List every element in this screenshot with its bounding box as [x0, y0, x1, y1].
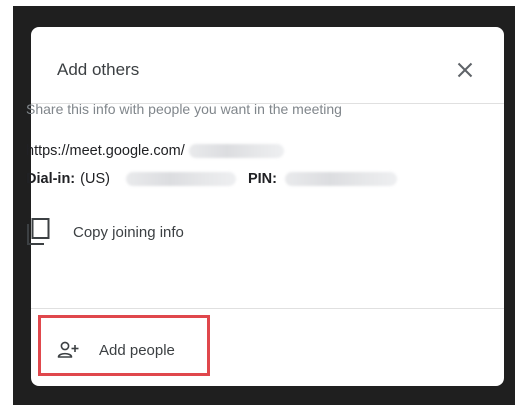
dial-in-country: (US) [80, 171, 110, 187]
redacted-meeting-code [188, 144, 284, 158]
meeting-link[interactable]: https://meet.google.com/ [26, 142, 185, 160]
add-people-button[interactable]: Add people [57, 339, 237, 363]
close-button[interactable] [452, 57, 478, 83]
close-icon [457, 62, 473, 78]
redacted-phone-number [125, 172, 236, 186]
share-info-text: Share this info with people you want in … [26, 101, 342, 117]
footer-divider [31, 308, 504, 309]
redacted-pin [284, 172, 397, 186]
dial-in-row: Dial-in: (US) PIN: [26, 170, 397, 188]
add-people-label: Add people [99, 342, 175, 359]
copy-joining-info-button[interactable]: Copy joining info [26, 217, 266, 247]
dial-in-label: Dial-in: [26, 171, 76, 187]
copy-joining-info-label: Copy joining info [73, 224, 184, 241]
add-person-icon [57, 341, 79, 359]
dialog-header: Add others [31, 27, 504, 104]
copy-icon [26, 218, 50, 246]
dialog-title: Add others [57, 60, 140, 79]
pin-label: PIN: [247, 171, 277, 187]
meeting-link-row: https://meet.google.com/ [26, 142, 284, 160]
add-others-dialog: Add others [31, 27, 504, 386]
